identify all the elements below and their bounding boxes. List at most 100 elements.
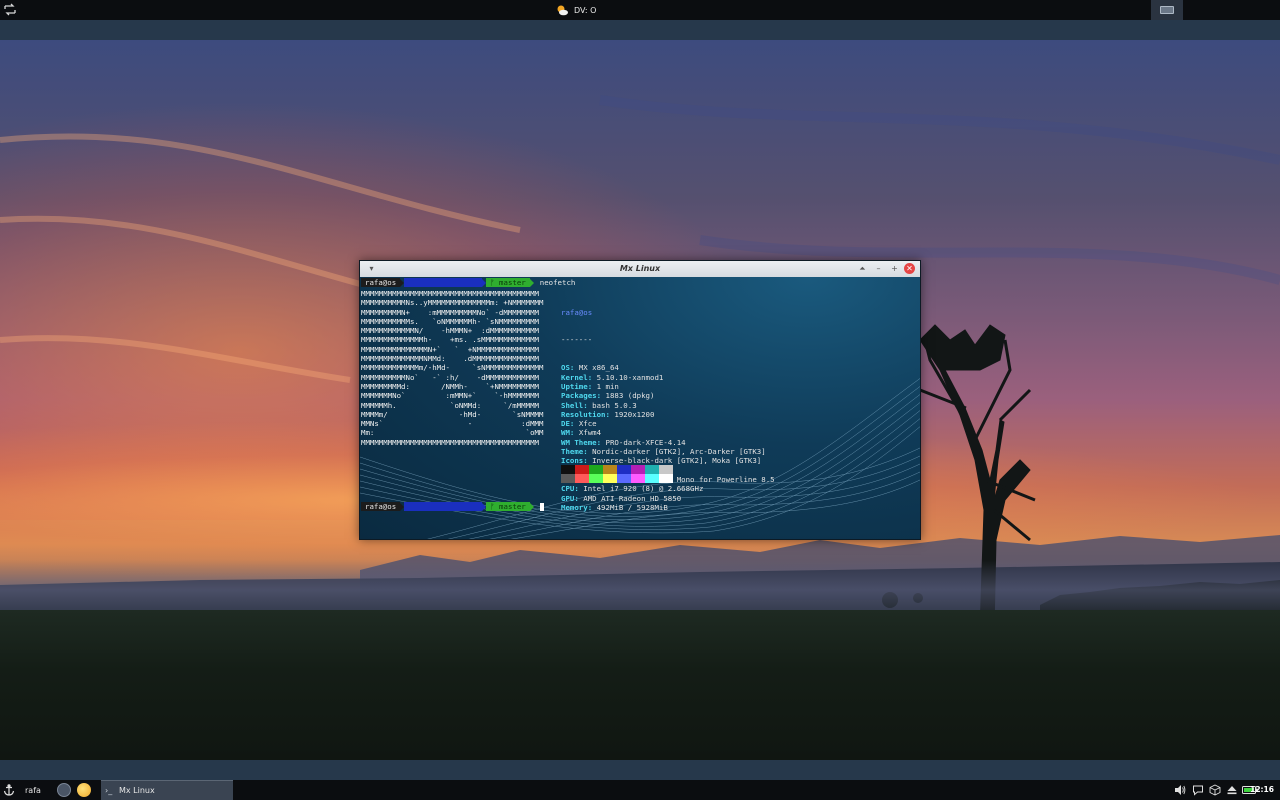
ascii-line: MMMMMMMMMMMMMMMN+` ` +NMMMMMMMMMMMMMM [361, 344, 539, 354]
info-value: Nordic-darker [GTK2], Arc-Darker [GTK3] [592, 447, 766, 457]
command-text: neofetch [539, 278, 576, 287]
info-value: AMD ATI Radeon HD 5850 [583, 493, 682, 503]
window-title: Mx Linux [619, 264, 661, 273]
weather-icon [556, 4, 569, 17]
ascii-line: MMMMMMMMMN+ :mMMMMMMMMMNo` -dMMMMMMMM [361, 307, 539, 317]
info-rows: OS: MX x86_64 Kernel: 5.10.10-xanmod1 Upti… [561, 363, 775, 512]
top-panel-strip [0, 20, 1280, 40]
prompt-path [404, 502, 483, 511]
palette-swatch [575, 465, 589, 474]
info-row: GPU: AMD ATI Radeon HD 5850 [561, 493, 682, 503]
info-row: WM: Xfwm4 [561, 428, 602, 438]
workspace-indicator[interactable]: DV: O [556, 3, 596, 17]
info-row: DE: Xfce [561, 419, 597, 429]
prompt-line-active[interactable]: rafa@os ᚠ master [361, 502, 544, 511]
info-key: WM Theme [561, 437, 597, 447]
ascii-line: MMMMMMMMMMMs. `oNMMMMMMh- `sNMMMMMMMMM [361, 316, 539, 326]
info-value: 1 min [596, 381, 619, 391]
palette-swatch [659, 474, 673, 483]
info-value: 5.10.10-xanmod1 [596, 372, 664, 382]
close-button[interactable]: ✕ [904, 263, 915, 274]
info-row: Memory: 492MiB / 5928MiB [561, 502, 668, 512]
show-desktop-button[interactable] [1151, 0, 1183, 20]
top-panel: DV: O [0, 0, 1280, 20]
user-host: rafa@os [561, 307, 593, 317]
prompt-separator [529, 502, 534, 511]
info-value: 492MiB / 5928MiB [596, 502, 668, 512]
palette-swatch [589, 474, 603, 483]
palette-swatch [603, 465, 617, 474]
info-row: Shell: bash 5.0.3 [561, 400, 637, 410]
info-row: Packages: 1883 (dpkg) [561, 391, 655, 401]
user-label: rafa [25, 785, 41, 795]
info-value: Xfwm4 [578, 428, 602, 438]
ascii-line: Mm: `oMM [361, 428, 544, 438]
shade-button[interactable]: ⏶ [857, 263, 868, 274]
ascii-line: MMMMMMMMMMNs..yMMMMMMMMMMMMMMm: +NMMMMMM… [361, 298, 544, 308]
prompt-git-branch: ᚠ master [486, 502, 530, 511]
updates-icon[interactable] [1209, 784, 1221, 796]
maximize-button[interactable]: + [889, 263, 900, 274]
ascii-line: MMMMMMMMMMMMMMMMMMMMMMMMMMMMMMMMMMMMMMMM [361, 437, 539, 447]
workspace-label: DV: O [574, 5, 597, 15]
clock[interactable]: 12:16 [1250, 785, 1274, 794]
info-key: Memory [561, 502, 588, 512]
desktop-icon [1160, 6, 1174, 14]
terminal-launcher-icon[interactable] [57, 783, 71, 797]
ascii-line: MMMMMMMMMMNo` -` :h/ -dMMMMMMMMMMMM [361, 372, 539, 382]
info-row: CPU: Intel i7 920 (8) @ 2.668GHz [561, 484, 704, 494]
palette-swatch [617, 465, 631, 474]
prompt-path [404, 278, 483, 287]
ascii-line: MMMMMMh. `oNMMd: `/mMMMMM [361, 400, 539, 410]
info-value: MX x86_64 [578, 363, 619, 373]
window-list-icon[interactable] [4, 3, 16, 17]
prompt-line: rafa@os ᚠ master neofetch [361, 278, 575, 287]
info-key: GPU [561, 493, 575, 503]
ascii-line: MMMMMMMMMd: /NMMh- `+NMMMMMMMMM [361, 381, 539, 391]
color-palette [561, 465, 673, 483]
info-key: Packages [561, 391, 597, 401]
ascii-line: MMNs` - :dMMM [361, 419, 544, 429]
terminal-output[interactable]: rafa@os ᚠ master neofetch MMMMMMMMMMMMMM… [360, 277, 920, 539]
info-key: OS [561, 363, 570, 373]
minimize-button[interactable]: – [873, 263, 884, 274]
info-value: PRO-dark-XFCE-4.14 [605, 437, 686, 447]
eject-icon[interactable] [1226, 784, 1238, 796]
palette-swatch [603, 474, 617, 483]
info-key: Resolution [561, 409, 606, 419]
info-separator: ------- [561, 335, 593, 345]
quick-launch [57, 780, 91, 800]
ascii-line: MMMMMMMMMMMMMMNMMd: .dMMMMMMMMMMMMMMM [361, 354, 539, 364]
bottom-panel-strip [0, 760, 1280, 780]
palette-swatch [575, 474, 589, 483]
palette-swatch [631, 474, 645, 483]
info-key: Theme [561, 447, 584, 457]
info-value: 1920x1200 [614, 409, 655, 419]
terminal-window[interactable]: ▾ Mx Linux ⏶ – + ✕ rafa@os ᚠ master neof… [359, 260, 921, 540]
notifications-icon[interactable] [1192, 784, 1204, 796]
info-key: Uptime [561, 381, 588, 391]
ascii-line: MMMMMMMMMMMMN/ -hMMMN+ :dMMMMMMMMMMM [361, 326, 539, 336]
terminal-app-icon: ›_ [105, 786, 113, 795]
palette-swatch [631, 465, 645, 474]
info-key: WM [561, 428, 570, 438]
task-label: Mx Linux [119, 786, 155, 795]
prompt-git-branch: ᚠ master [486, 278, 530, 287]
ascii-line: MMMMMMMMMMMMMMMMMMMMMMMMMMMMMMMMMMMMMMMM [361, 289, 539, 298]
whisker-menu-button[interactable]: rafa [3, 780, 41, 800]
info-key: Icons [561, 456, 584, 466]
grass-field [0, 610, 1280, 760]
info-row: Resolution: 1920x1200 [561, 409, 655, 419]
window-titlebar[interactable]: ▾ Mx Linux ⏶ – + ✕ [360, 261, 920, 277]
prompt-user: rafa@os [361, 502, 401, 511]
info-value: bash 5.0.3 [592, 400, 637, 410]
files-launcher-icon[interactable] [77, 783, 91, 797]
taskbar-item-mx-linux[interactable]: ›_ Mx Linux [101, 780, 233, 800]
info-key: CPU [561, 484, 575, 494]
info-value: Xfce [578, 419, 597, 429]
prompt-user: rafa@os [361, 278, 401, 287]
volume-icon[interactable] [1174, 784, 1186, 796]
palette-swatch [645, 474, 659, 483]
palette-swatch [561, 465, 575, 474]
info-value: Intel i7 920 (8) @ 2.668GHz [583, 484, 704, 494]
